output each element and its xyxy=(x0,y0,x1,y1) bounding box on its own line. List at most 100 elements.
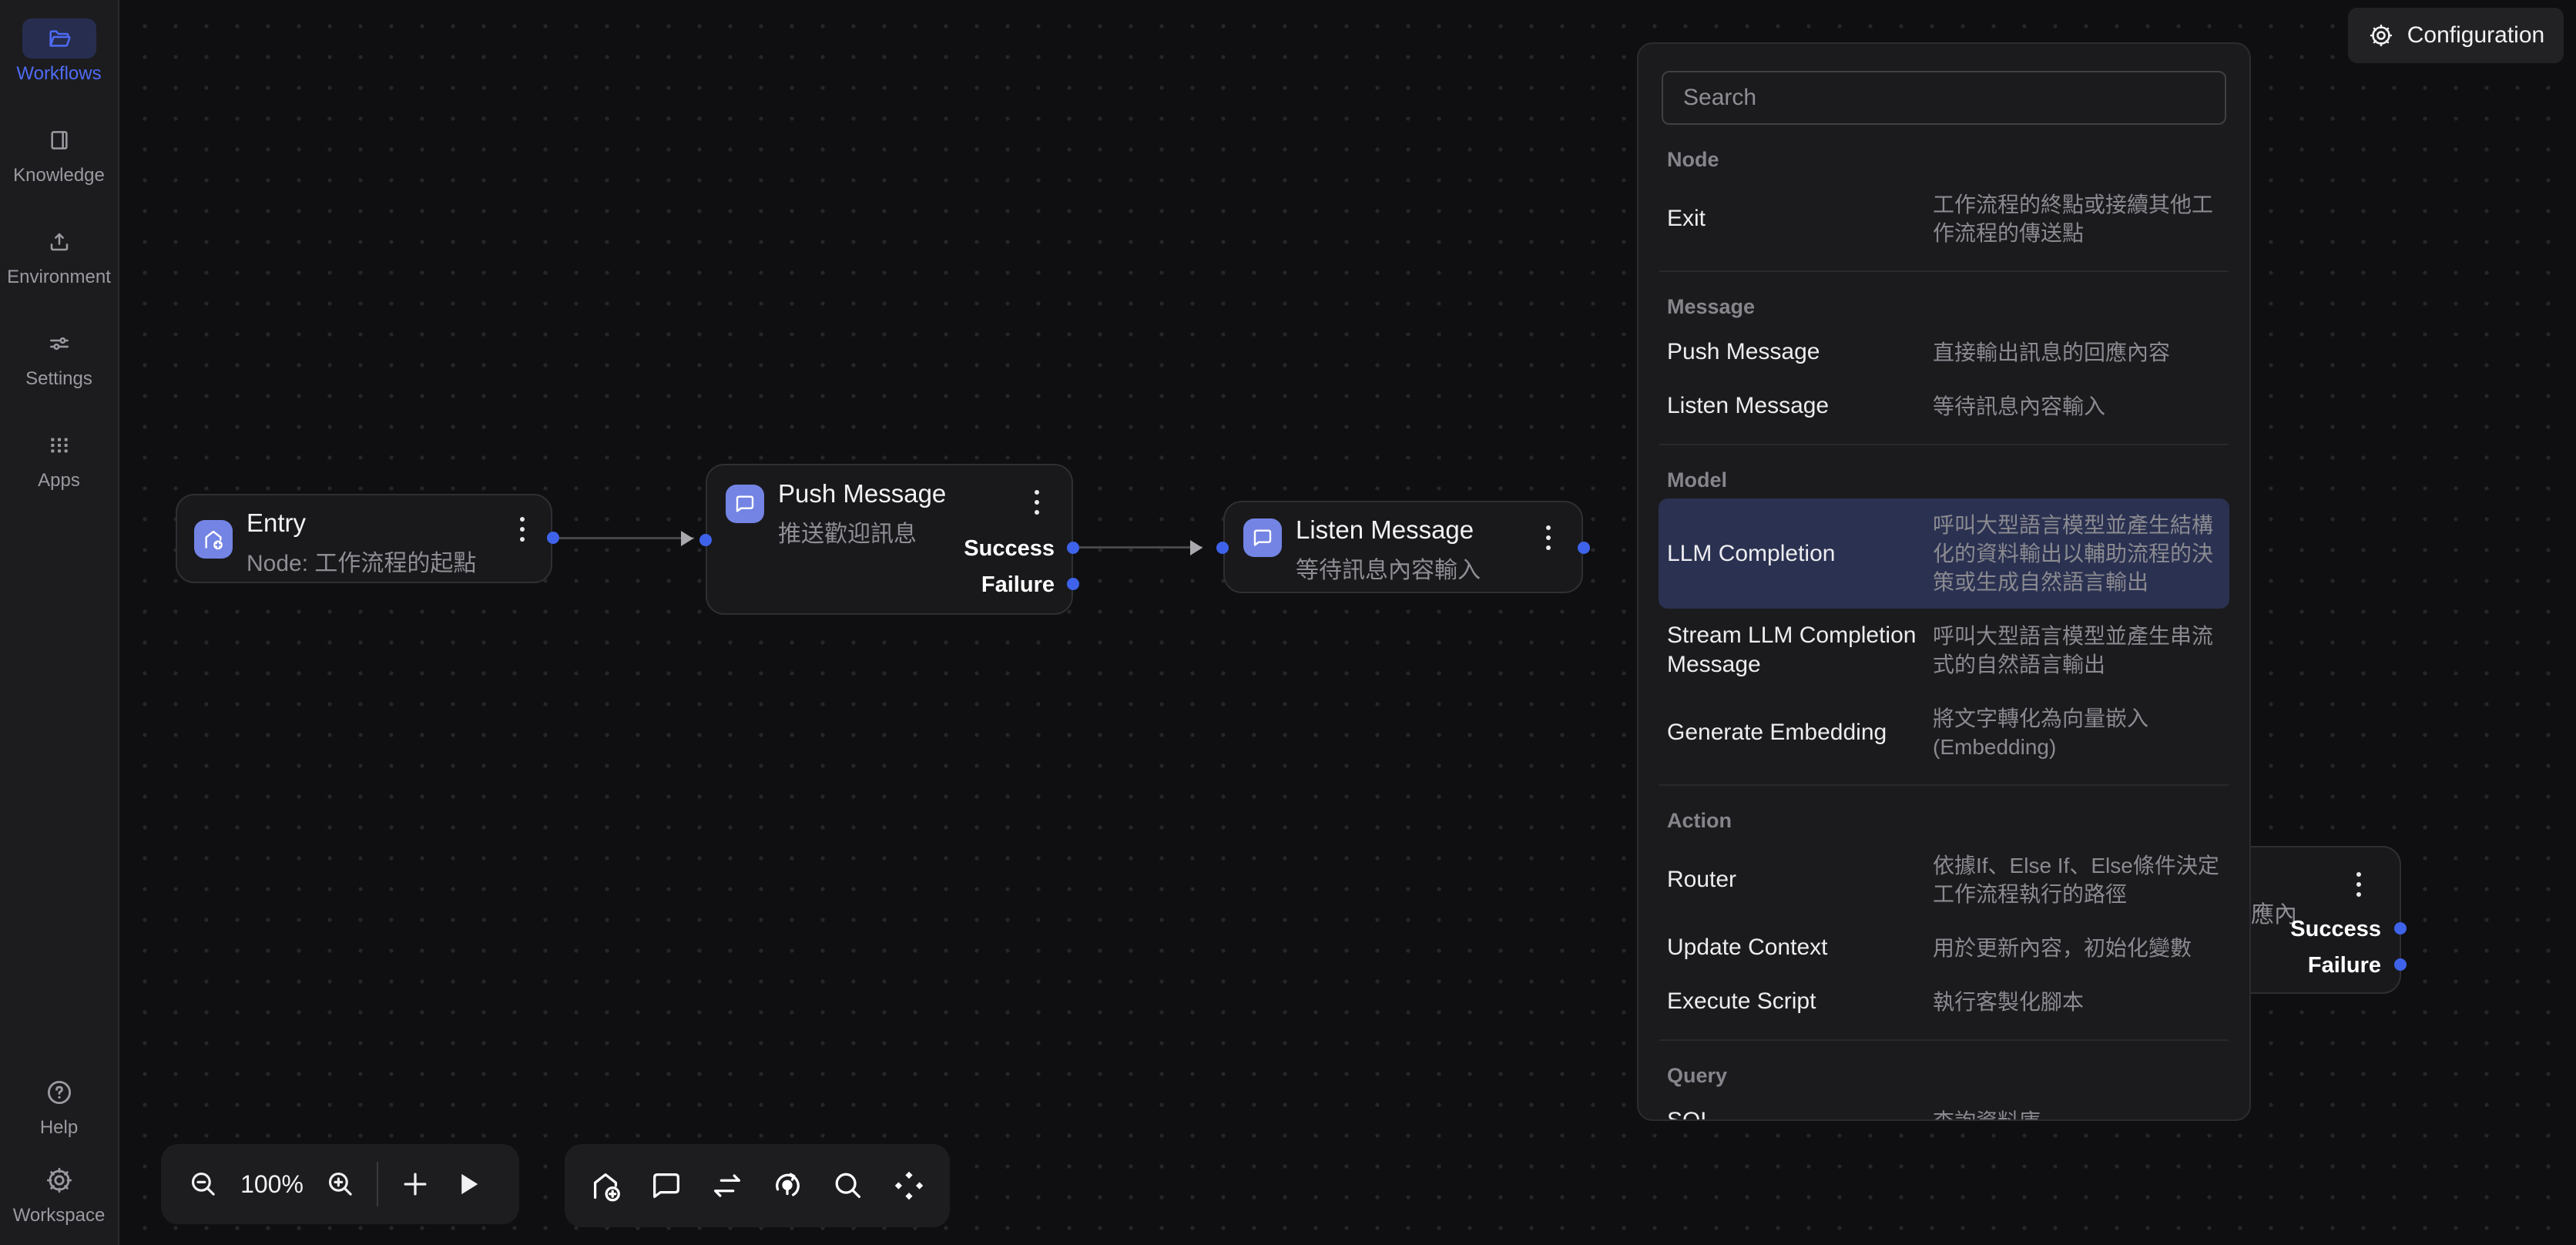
sidebar-item-label: Apps xyxy=(38,470,80,492)
palette-item-router[interactable]: Router 依據If、Else If、Else條件決定工作流程執行的路徑 xyxy=(1659,839,2229,921)
sidebar-item-label: Settings xyxy=(25,368,92,390)
sidebar-item-help[interactable]: Help xyxy=(0,1072,118,1139)
palette-item-title: Router xyxy=(1667,865,1933,894)
palette-item-title: LLM Completion xyxy=(1667,539,1933,569)
port-listen-input[interactable] xyxy=(1216,542,1229,554)
upload-icon xyxy=(22,222,96,262)
llm-refresh-bulb-icon[interactable] xyxy=(770,1168,805,1203)
edge-arrowhead-icon xyxy=(1190,540,1202,555)
sidebar-item-knowledge[interactable]: Knowledge xyxy=(0,120,118,186)
port-push-failure[interactable] xyxy=(1067,578,1079,590)
add-entry-node-icon[interactable] xyxy=(588,1168,623,1203)
sliders-icon xyxy=(22,324,96,364)
port-push-success[interactable] xyxy=(1067,542,1079,554)
node-tools-toolbar xyxy=(565,1144,950,1227)
node-push-message[interactable]: Push Message 推送歡迎訊息 Success Failure xyxy=(706,464,1073,615)
move-pan-icon[interactable] xyxy=(891,1168,927,1203)
help-circle-icon xyxy=(22,1072,96,1112)
edge-entry-to-push[interactable] xyxy=(559,537,694,539)
port-label-success: Success xyxy=(2290,917,2381,942)
zoom-out-icon[interactable] xyxy=(187,1168,220,1200)
palette-item-desc: 用於更新內容，初始化變數 xyxy=(1933,934,2221,962)
palette-item-desc: 等待訊息內容輸入 xyxy=(1933,392,2221,421)
sidebar-item-label: Workspace xyxy=(13,1205,106,1227)
search-input[interactable] xyxy=(1662,71,2226,125)
palette-item-desc: 將文字轉化為向量嵌入 (Embedding) xyxy=(1933,704,2221,761)
section-header-model: Model xyxy=(1667,468,2221,492)
node-listen-message[interactable]: Listen Message 等待訊息內容輸入 xyxy=(1223,501,1583,593)
workflow-canvas[interactable]: Entry Node: 工作流程的起點 Push Message 推送歡迎訊息 … xyxy=(0,0,2576,1245)
port-label-failure: Failure xyxy=(2308,953,2381,978)
zoom-toolbar: 100% xyxy=(161,1144,519,1224)
palette-item-update-context[interactable]: Update Context 用於更新內容，初始化變數 xyxy=(1659,921,2229,975)
node-subtitle: Node: 工作流程的起點 xyxy=(247,544,476,578)
sidebar-item-workflows[interactable]: Workflows xyxy=(0,18,118,85)
palette-item-execute-script[interactable]: Execute Script 執行客製化腳本 xyxy=(1659,975,2229,1029)
section-divider xyxy=(1659,784,2229,786)
home-plus-icon xyxy=(194,520,233,559)
configuration-label: Configuration xyxy=(2407,22,2544,49)
palette-item-listen-message[interactable]: Listen Message 等待訊息內容輸入 xyxy=(1659,379,2229,433)
section-header-query: Query xyxy=(1667,1064,2221,1088)
palette-item-stream-llm-completion-message[interactable]: Stream LLM Completion Message 呼叫大型語言模型並產… xyxy=(1659,609,2229,692)
sidebar-item-settings[interactable]: Settings xyxy=(0,324,118,390)
palette-item-desc: 直接輸出訊息的回應內容 xyxy=(1933,338,2221,367)
sidebar-item-label: Workflows xyxy=(16,63,101,85)
port-hidden-failure[interactable] xyxy=(2394,958,2407,971)
node-title: Listen Message xyxy=(1296,515,1474,545)
palette-item-desc: 工作流程的終點或接續其他工作流程的傳送點 xyxy=(1933,190,2221,247)
palette-item-exit[interactable]: Exit 工作流程的終點或接續其他工作流程的傳送點 xyxy=(1659,178,2229,260)
book-icon xyxy=(22,120,96,160)
palette-item-desc: 呼叫大型語言模型並產生結構化的資料輸出以輔助流程的決策或生成自然語言輸出 xyxy=(1933,511,2221,596)
port-hidden-success[interactable] xyxy=(2394,922,2407,935)
node-subtitle: 推送歡迎訊息 xyxy=(778,515,917,549)
node-menu-kebab-icon[interactable] xyxy=(1031,484,1042,520)
node-palette-panel: Node Exit 工作流程的終點或接續其他工作流程的傳送點 Message P… xyxy=(1637,42,2251,1121)
palette-item-push-message[interactable]: Push Message 直接輸出訊息的回應內容 xyxy=(1659,325,2229,379)
port-listen-output[interactable] xyxy=(1578,542,1590,554)
palette-item-desc: 依據If、Else If、Else條件決定工作流程執行的路徑 xyxy=(1933,851,2221,908)
palette-item-generate-embedding[interactable]: Generate Embedding 將文字轉化為向量嵌入 (Embedding… xyxy=(1659,692,2229,774)
node-menu-kebab-icon[interactable] xyxy=(517,511,528,547)
add-node-button[interactable] xyxy=(398,1167,432,1201)
palette-item-llm-completion[interactable]: LLM Completion 呼叫大型語言模型並產生結構化的資料輸出以輔助流程的… xyxy=(1659,498,2229,609)
node-title: Entry xyxy=(247,508,306,538)
section-divider xyxy=(1659,444,2229,445)
node-entry[interactable]: Entry Node: 工作流程的起點 xyxy=(176,494,552,583)
node-subtitle: 等待訊息內容輸入 xyxy=(1296,551,1481,585)
palette-item-sql[interactable]: SQL 查詢資料庫 xyxy=(1659,1094,2229,1121)
port-entry-output[interactable] xyxy=(547,532,559,544)
zoom-in-icon[interactable] xyxy=(324,1168,357,1200)
node-menu-kebab-icon[interactable] xyxy=(1543,519,1554,555)
sidebar-item-apps[interactable]: Apps xyxy=(0,425,118,492)
sidebar-item-workspace[interactable]: Workspace xyxy=(0,1160,118,1227)
palette-item-title: Listen Message xyxy=(1667,391,1933,421)
apps-grid-icon xyxy=(22,425,96,465)
node-title: Push Message xyxy=(778,479,946,508)
node-menu-kebab-icon[interactable] xyxy=(2353,866,2364,902)
toolbar-divider xyxy=(377,1162,378,1206)
gear-icon xyxy=(22,1160,96,1200)
run-workflow-button[interactable] xyxy=(452,1168,485,1200)
section-header-message: Message xyxy=(1667,295,2221,319)
folder-icon xyxy=(22,18,96,59)
sidebar-item-label: Environment xyxy=(7,267,111,288)
zoom-level: 100% xyxy=(240,1170,304,1199)
sidebar: Workflows Knowledge Environment xyxy=(0,0,119,1245)
chat-bubble-icon xyxy=(726,485,764,523)
palette-item-title: Exit xyxy=(1667,204,1933,233)
section-divider xyxy=(1659,1039,2229,1041)
edge-arrowhead-icon xyxy=(681,531,693,546)
palette-item-title: Execute Script xyxy=(1667,987,1933,1016)
edge-push-to-listen[interactable] xyxy=(1079,546,1202,549)
swap-arrows-icon[interactable] xyxy=(709,1168,745,1203)
search-canvas-icon[interactable] xyxy=(830,1168,866,1203)
sidebar-item-environment[interactable]: Environment xyxy=(0,222,118,288)
port-push-input[interactable] xyxy=(699,534,712,546)
palette-item-title: Push Message xyxy=(1667,337,1933,367)
message-node-icon[interactable] xyxy=(649,1168,684,1203)
palette-item-desc: 呼叫大型語言模型並產生串流式的自然語言輸出 xyxy=(1933,622,2221,679)
palette-item-title: SQL xyxy=(1667,1106,1933,1121)
chat-bubble-icon xyxy=(1243,518,1282,557)
configuration-button[interactable]: Configuration xyxy=(2348,8,2564,63)
